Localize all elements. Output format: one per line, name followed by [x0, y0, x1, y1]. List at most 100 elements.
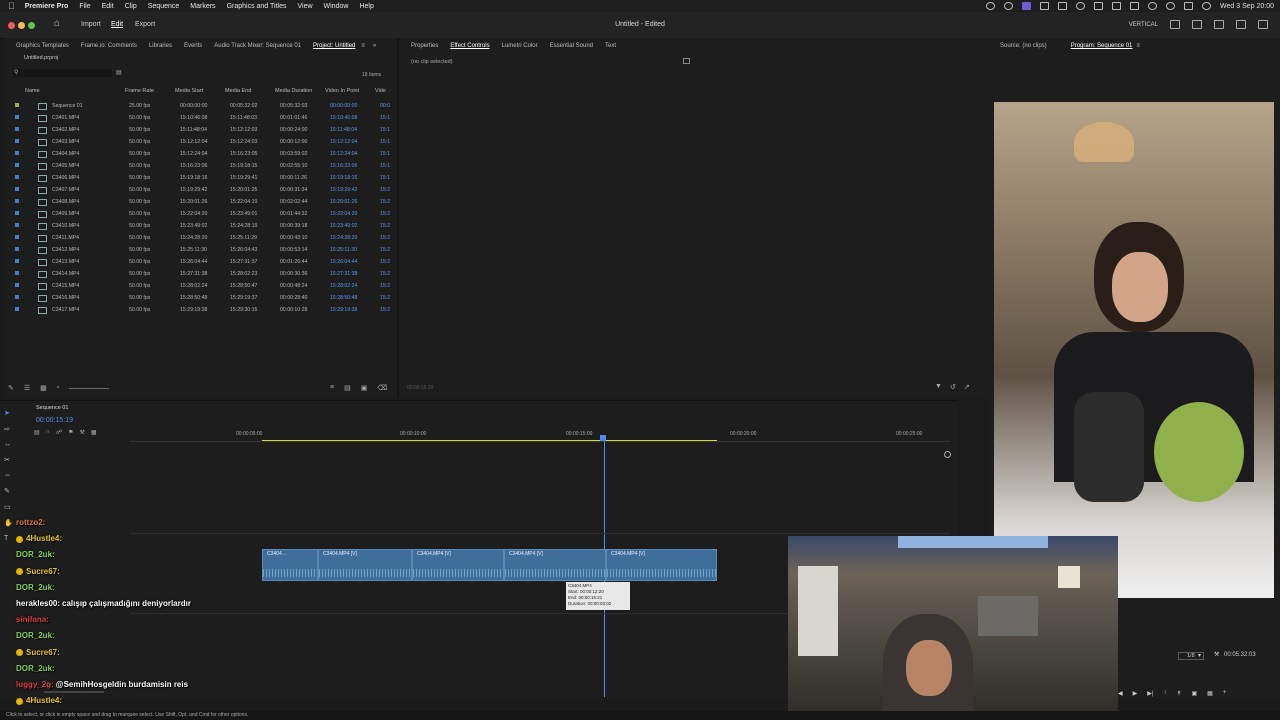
program-menu-icon[interactable]: ≡	[1136, 43, 1140, 49]
tab-project[interactable]: Project: Untitled	[313, 43, 355, 49]
menu-graphics[interactable]: Graphics and Titles	[227, 3, 287, 10]
table-row[interactable]: C3406.MP4 50.00 fps 15:19:18:16 15:19:29:41…	[4, 172, 396, 184]
battery-icon[interactable]	[1130, 2, 1140, 10]
compare-icon[interactable]: ▦	[1207, 690, 1213, 697]
label-color-swatch[interactable]	[15, 235, 19, 239]
work-area-bar[interactable]	[262, 440, 717, 441]
time-ruler[interactable]: 00:00:05:00 00:00:10:00 00:00:15:00 00:0…	[130, 427, 950, 442]
tab-text[interactable]: Text	[605, 43, 616, 49]
tab-program[interactable]: Program: Sequence 01	[1071, 43, 1133, 49]
filter-icon[interactable]: ▼	[935, 383, 942, 391]
shield-icon[interactable]	[1004, 2, 1014, 10]
label-color-swatch[interactable]	[15, 223, 19, 227]
col-media-duration[interactable]: Media Duration	[275, 88, 312, 94]
label-color-swatch[interactable]	[15, 271, 19, 275]
table-row[interactable]: Sequence 01 25.00 fps 00:00:00:00 00:05:32:…	[4, 100, 396, 112]
automate-icon[interactable]: ≡	[330, 384, 334, 392]
panel-menu-icon[interactable]: ≡	[361, 43, 365, 49]
timeline-timecode[interactable]: 00:00:15:19	[36, 417, 73, 424]
loop-icon[interactable]: ↺	[950, 383, 956, 391]
export-frame-icon[interactable]: ↗	[964, 383, 970, 391]
new-item-icon[interactable]: ▣	[361, 384, 368, 392]
playhead-handle[interactable]	[600, 435, 606, 441]
menu-markers[interactable]: Markers	[190, 3, 215, 10]
workspaces-icon[interactable]	[1236, 20, 1246, 29]
table-row[interactable]: C3407.MP4 50.00 fps 15:19:29:42 15:20:01:25…	[4, 184, 396, 196]
tab-events[interactable]: Events	[184, 43, 202, 49]
table-row[interactable]: C3410.MP4 50.00 fps 15:23:49:02 15:24:28:19…	[4, 220, 396, 232]
tab-properties[interactable]: Properties	[411, 43, 438, 49]
slip-icon[interactable]: ⇔	[4, 472, 18, 479]
gamepad-icon[interactable]	[1076, 2, 1086, 10]
timeline-clip[interactable]: C3404.MP4 [V]	[412, 549, 504, 581]
label-color-swatch[interactable]	[15, 127, 19, 131]
add-icon[interactable]: +	[1223, 690, 1227, 697]
label-color-swatch[interactable]	[15, 295, 19, 299]
col-frame-rate[interactable]: Frame Rate	[125, 88, 154, 94]
table-row[interactable]: C3417.MP4 50.00 fps 15:29:19:38 15:29:30:15…	[4, 304, 396, 316]
tab-effect-controls[interactable]: Effect Controls	[450, 43, 489, 49]
siri-icon[interactable]	[1202, 2, 1212, 10]
label-color-swatch[interactable]	[15, 175, 19, 179]
search-input[interactable]: ⚲	[12, 69, 112, 77]
layout-icon[interactable]	[1170, 20, 1180, 29]
bluetooth-icon[interactable]	[1112, 2, 1122, 10]
timeline-clip[interactable]: C3404...	[262, 549, 318, 581]
volume-icon[interactable]	[1094, 2, 1104, 10]
label-color-swatch[interactable]	[15, 259, 19, 263]
wrench-icon[interactable]: ⚒	[1214, 651, 1219, 658]
tab-audio-track-mixer[interactable]: Audio Track Mixer: Sequence 01	[214, 43, 301, 49]
label-color-swatch[interactable]	[15, 115, 19, 119]
menu-sequence[interactable]: Sequence	[148, 3, 180, 10]
play-icon[interactable]: ▶	[1133, 690, 1138, 697]
table-row[interactable]: C3408.MP4 50.00 fps 15:20:01:26 15:22:04:19…	[4, 196, 396, 208]
table-row[interactable]: C3409.MP4 50.00 fps 15:22:04:20 15:23:49:01…	[4, 208, 396, 220]
label-color-swatch[interactable]	[15, 211, 19, 215]
timeline-scrollbar[interactable]	[44, 691, 104, 693]
program-video-frame[interactable]	[994, 102, 1274, 598]
trash-icon[interactable]: ⌫	[377, 384, 387, 392]
table-row[interactable]: C3414.MP4 50.00 fps 15:27:31:38 15:28:02:23…	[4, 268, 396, 280]
status-dot-icon[interactable]	[986, 2, 996, 10]
wifi-icon[interactable]	[1148, 2, 1158, 10]
cloud-icon[interactable]	[1040, 2, 1050, 10]
menu-view[interactable]: View	[297, 3, 312, 10]
search-icon[interactable]	[1166, 2, 1176, 10]
label-color-swatch[interactable]	[15, 307, 19, 311]
play-backward-icon[interactable]: ◀	[1118, 690, 1123, 697]
label-color-swatch[interactable]	[15, 139, 19, 143]
label-color-swatch[interactable]	[15, 187, 19, 191]
table-row[interactable]: C3415.MP4 50.00 fps 15:28:02:24 15:28:50:47…	[4, 280, 396, 292]
table-row[interactable]: C3403.MP4 50.00 fps 15:12:12:04 15:12:24:03…	[4, 136, 396, 148]
razor-icon[interactable]: ✂	[4, 456, 18, 464]
table-row[interactable]: C3404.MP4 50.00 fps 15:12:24:04 15:16:23:05…	[4, 148, 396, 160]
menu-edit[interactable]: Edit	[102, 3, 114, 10]
list-view-icon[interactable]: ☰	[24, 384, 30, 392]
col-name[interactable]: Name	[25, 88, 40, 94]
chevron-down-icon[interactable]: ▾	[1198, 652, 1201, 659]
control-center-icon[interactable]	[1184, 2, 1194, 10]
linked-icon[interactable]: ☍	[56, 429, 62, 436]
table-row[interactable]: C3401.MP4 50.00 fps 15:10:46:08 15:11:48:03…	[4, 112, 396, 124]
rectangle-icon[interactable]: ▭	[4, 503, 18, 511]
timeline-clip[interactable]: C3404.MP4 [V]	[318, 549, 412, 581]
table-row[interactable]: C3411.MP4 50.00 fps 15:24:28:20 15:25:11:29…	[4, 232, 396, 244]
tab-graphics-templates[interactable]: Graphics Templates	[16, 43, 69, 49]
workspace-label[interactable]: VERTICAL	[1129, 22, 1158, 28]
table-row[interactable]: C3405.MP4 50.00 fps 15:16:23:06 15:19:18:15…	[4, 160, 396, 172]
tab-lumetri-color[interactable]: Lumetri Color	[502, 43, 538, 49]
table-row[interactable]: C3412.MP4 50.00 fps 15:25:11:30 15:26:04:43…	[4, 244, 396, 256]
table-row[interactable]: C3416.MP4 50.00 fps 15:28:50:48 15:29:19:37…	[4, 292, 396, 304]
menu-clip[interactable]: Clip	[125, 3, 137, 10]
selection-tool-icon[interactable]: ➤	[4, 409, 18, 417]
menu-window[interactable]: Window	[324, 3, 349, 10]
overflow-icon[interactable]: »	[373, 43, 376, 49]
col-video-out[interactable]: Vide	[375, 88, 386, 94]
col-media-start[interactable]: Media Start	[175, 88, 203, 94]
tab-sequence[interactable]: Sequence 01	[36, 405, 68, 411]
marker-icon[interactable]: ⚑	[68, 429, 73, 436]
quick-export-icon[interactable]	[1192, 20, 1202, 29]
lift-icon[interactable]: ↑	[1163, 690, 1166, 697]
share-icon[interactable]	[1214, 20, 1224, 29]
icon-view-icon[interactable]: ▦	[40, 384, 47, 392]
